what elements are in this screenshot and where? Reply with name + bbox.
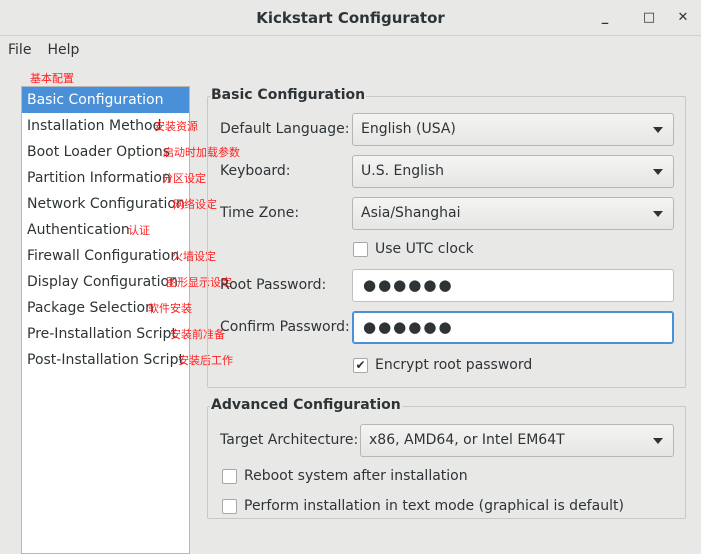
text-mode-checkbox[interactable]: Perform installation in text mode (graph… xyxy=(222,498,624,514)
encrypt-root-password-checkbox[interactable]: ✔ Encrypt root password xyxy=(353,357,532,373)
dropdown-arrow-icon xyxy=(653,438,663,444)
sidebar-item-network-configuration[interactable]: Network Configuration xyxy=(22,191,189,217)
sidebar-item-display-configuration[interactable]: Display Configuration xyxy=(22,269,189,295)
dropdown-arrow-icon xyxy=(653,127,663,133)
section-title: Basic Configuration xyxy=(210,87,367,103)
encrypt-root-password-label: Encrypt root password xyxy=(375,357,533,373)
reboot-label: Reboot system after installation xyxy=(244,468,468,484)
text-mode-label: Perform installation in text mode (graph… xyxy=(244,498,624,514)
checkbox-box xyxy=(353,241,368,257)
root-password-input[interactable]: ●●●●●● xyxy=(352,269,674,302)
utc-clock-checkbox[interactable]: Use UTC clock xyxy=(353,241,474,257)
maximize-button[interactable]: □ xyxy=(634,0,664,36)
sidebar-item-firewall-configuration[interactable]: Firewall Configuration xyxy=(22,243,189,269)
keyboard-value: U.S. English xyxy=(361,163,445,179)
target-architecture-value: x86, AMD64, or Intel EM64T xyxy=(369,432,565,448)
confirm-password-input[interactable]: ●●●●●● xyxy=(352,311,674,344)
keyboard-select[interactable]: U.S. English xyxy=(352,155,674,188)
window-title: Kickstart Configurator xyxy=(256,9,445,27)
default-language-label: Default Language: xyxy=(220,121,350,137)
confirm-password-label: Confirm Password: xyxy=(220,319,350,335)
checkbox-box xyxy=(222,498,237,514)
annotation: 基本配置 xyxy=(30,72,74,85)
root-password-label: Root Password: xyxy=(220,277,327,293)
sidebar-item-post-installation-script[interactable]: Post-Installation Script xyxy=(22,347,189,373)
target-architecture-select[interactable]: x86, AMD64, or Intel EM64T xyxy=(360,424,674,457)
menu-file[interactable]: File xyxy=(0,37,39,64)
reboot-checkbox[interactable]: Reboot system after installation xyxy=(222,468,468,484)
dropdown-arrow-icon xyxy=(653,211,663,217)
annotation: 安装资源 xyxy=(154,120,198,133)
minimize-button[interactable]: _ xyxy=(590,0,620,36)
sidebar-item-basic-configuration[interactable]: Basic Configuration xyxy=(22,87,189,113)
dropdown-arrow-icon xyxy=(653,169,663,175)
default-language-value: English (USA) xyxy=(361,121,456,137)
check-icon: ✔ xyxy=(353,357,368,373)
checkbox-box xyxy=(222,468,237,484)
close-button[interactable]: ✕ xyxy=(668,0,698,36)
keyboard-label: Keyboard: xyxy=(220,163,291,179)
menu-bar: File Help xyxy=(0,37,87,64)
time-zone-label: Time Zone: xyxy=(220,205,300,221)
annotation: 软件安装 xyxy=(148,302,192,315)
time-zone-select[interactable]: Asia/Shanghai xyxy=(352,197,674,230)
sidebar-item-authentication[interactable]: Authentication xyxy=(22,217,189,243)
target-architecture-label: Target Architecture: xyxy=(220,432,359,448)
utc-clock-label: Use UTC clock xyxy=(375,241,474,257)
default-language-select[interactable]: English (USA) xyxy=(352,113,674,146)
annotation: 分区设定 xyxy=(162,172,206,185)
time-zone-value: Asia/Shanghai xyxy=(361,205,461,221)
menu-help[interactable]: Help xyxy=(39,37,87,64)
section-title: Advanced Configuration xyxy=(210,397,402,413)
sidebar-item-pre-installation-script[interactable]: Pre-Installation Script xyxy=(22,321,189,347)
annotation: 认证 xyxy=(128,224,150,237)
